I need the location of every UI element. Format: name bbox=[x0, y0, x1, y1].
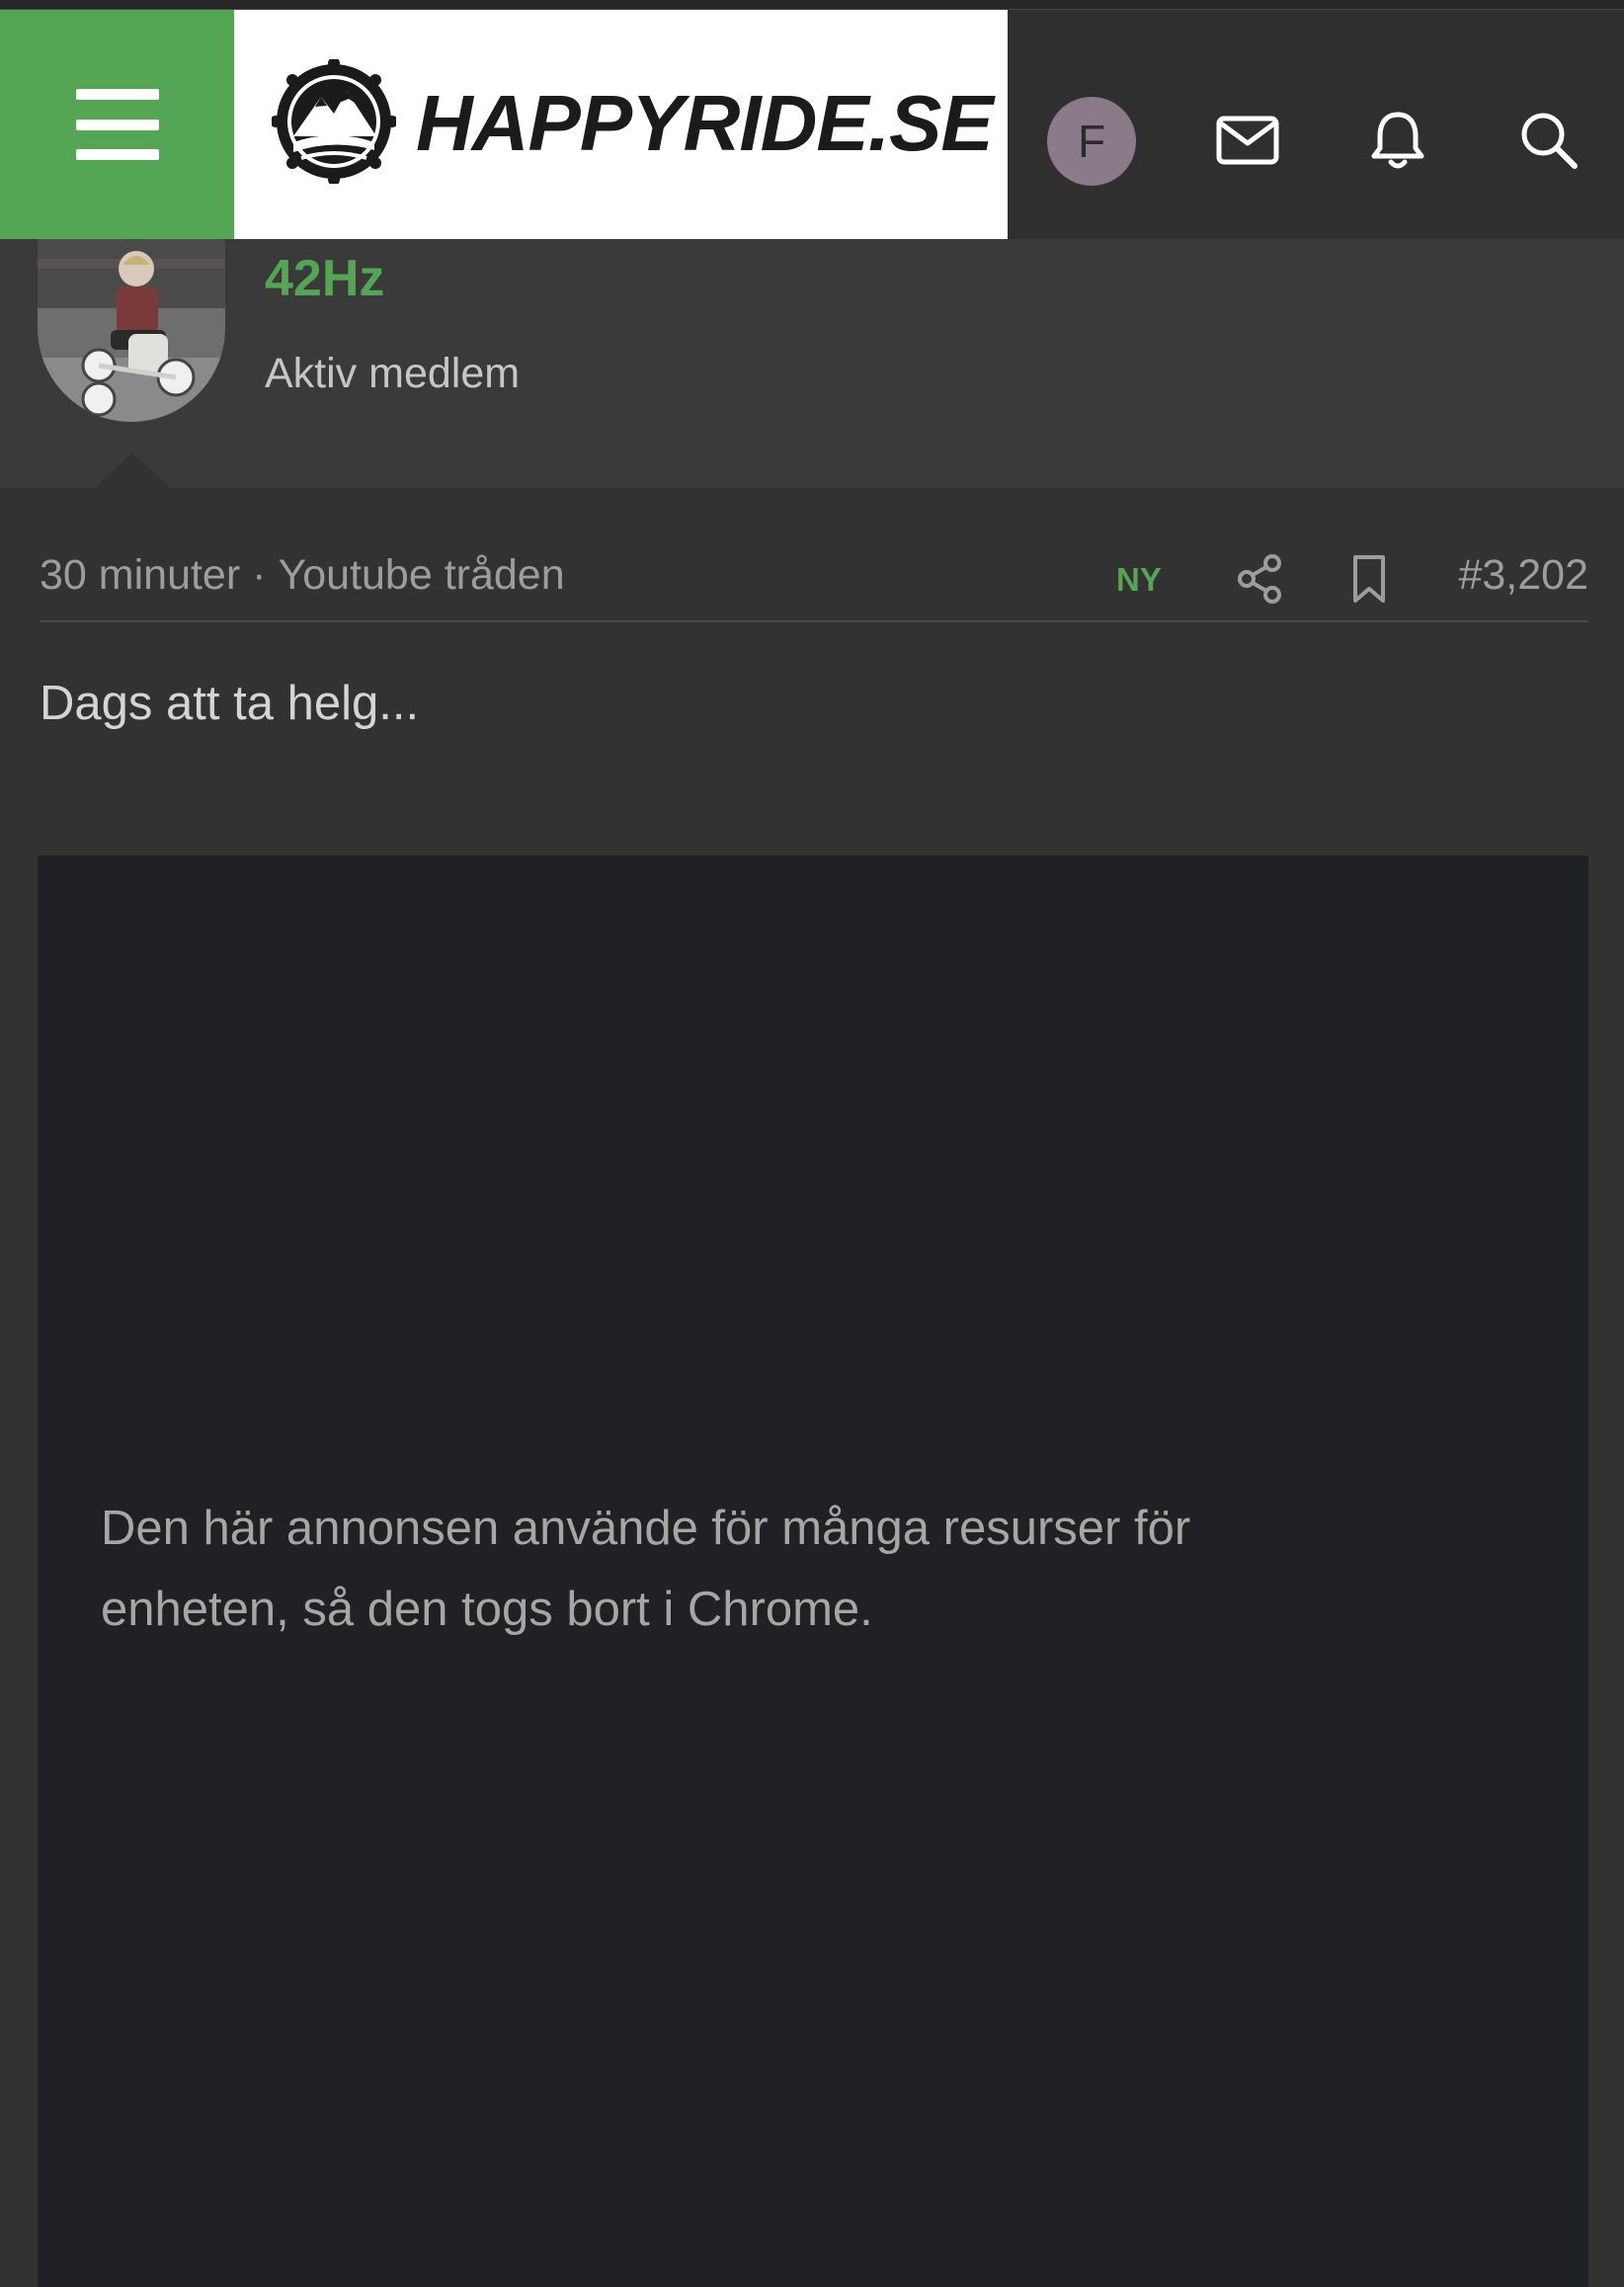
post-time[interactable]: 30 minuter bbox=[40, 551, 240, 599]
bell-icon bbox=[1371, 112, 1424, 169]
share-icon[interactable] bbox=[1233, 551, 1288, 607]
post-author-bar: 42Hz Aktiv medlem bbox=[0, 239, 1624, 488]
username-link[interactable]: 42Hz bbox=[265, 249, 384, 308]
meta-separator: · bbox=[252, 551, 267, 599]
user-avatar[interactable] bbox=[38, 239, 225, 422]
new-badge: NY bbox=[1116, 561, 1162, 598]
search-button[interactable] bbox=[1509, 101, 1588, 180]
ad-removed-message: Den här annonsen använde för många resur… bbox=[101, 1502, 1191, 1636]
browser-top-strip bbox=[0, 0, 1624, 10]
bookmark-icon[interactable] bbox=[1341, 551, 1397, 607]
user-title: Aktiv medlem bbox=[265, 350, 521, 397]
menu-icon bbox=[75, 89, 159, 160]
thread-link[interactable]: Youtube tråden bbox=[279, 551, 565, 599]
post: 30 minuter · Youtube tråden NY #3,202 Dags… bbox=[0, 488, 1624, 2287]
post-body-text: Dags att ta helg... bbox=[40, 677, 420, 730]
author-pointer bbox=[95, 452, 170, 488]
post-meta-text: 30 minuter · Youtube tråden bbox=[40, 551, 565, 600]
inbox-button[interactable] bbox=[1208, 101, 1287, 180]
post-number-link[interactable]: #3,202 bbox=[1458, 551, 1588, 600]
logo-wordmark: HAPPYRIDE.SE bbox=[416, 79, 994, 167]
search-icon bbox=[1521, 113, 1578, 169]
alerts-button[interactable] bbox=[1358, 101, 1437, 180]
removed-ad-placeholder: Den här annonsen använde för många resur… bbox=[38, 856, 1588, 2287]
site-header: HAPPYRIDE.SE F bbox=[0, 10, 1624, 239]
account-avatar[interactable]: F bbox=[1047, 97, 1136, 186]
site-logo[interactable]: HAPPYRIDE.SE bbox=[234, 10, 1008, 239]
mail-icon bbox=[1216, 116, 1279, 165]
post-meta-bar: 30 minuter · Youtube tråden NY #3,202 bbox=[40, 543, 1588, 622]
avatar-photo bbox=[38, 239, 225, 422]
mountain-emblem-icon bbox=[272, 59, 396, 184]
menu-button[interactable] bbox=[0, 10, 234, 239]
